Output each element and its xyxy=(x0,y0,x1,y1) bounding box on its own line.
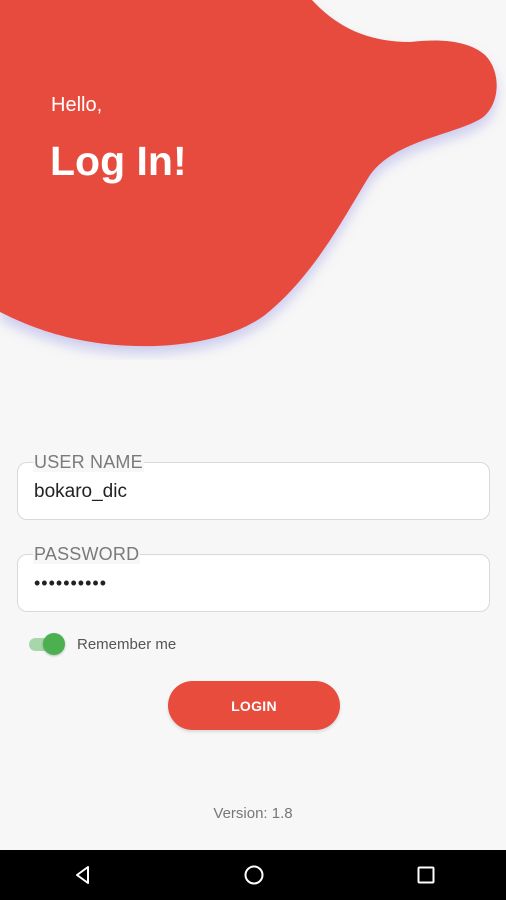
greeting-text: Hello, xyxy=(51,94,103,116)
remember-me-label: Remember me xyxy=(77,636,177,653)
password-label: PASSWORD xyxy=(33,544,141,564)
username-value: bokaro_dic xyxy=(34,481,127,502)
toggle-thumb xyxy=(43,633,65,655)
username-label: USER NAME xyxy=(33,452,144,472)
android-navbar xyxy=(0,850,506,900)
version-text: Version: 1.8 xyxy=(213,805,293,822)
remember-me-toggle[interactable] xyxy=(29,633,65,655)
page-title: Log In! xyxy=(50,138,187,184)
recents-icon[interactable] xyxy=(414,863,438,887)
home-icon[interactable] xyxy=(242,863,266,887)
login-button[interactable]: LOGIN xyxy=(168,681,340,730)
password-value: •••••••••• xyxy=(34,573,108,593)
back-icon[interactable] xyxy=(71,863,95,887)
